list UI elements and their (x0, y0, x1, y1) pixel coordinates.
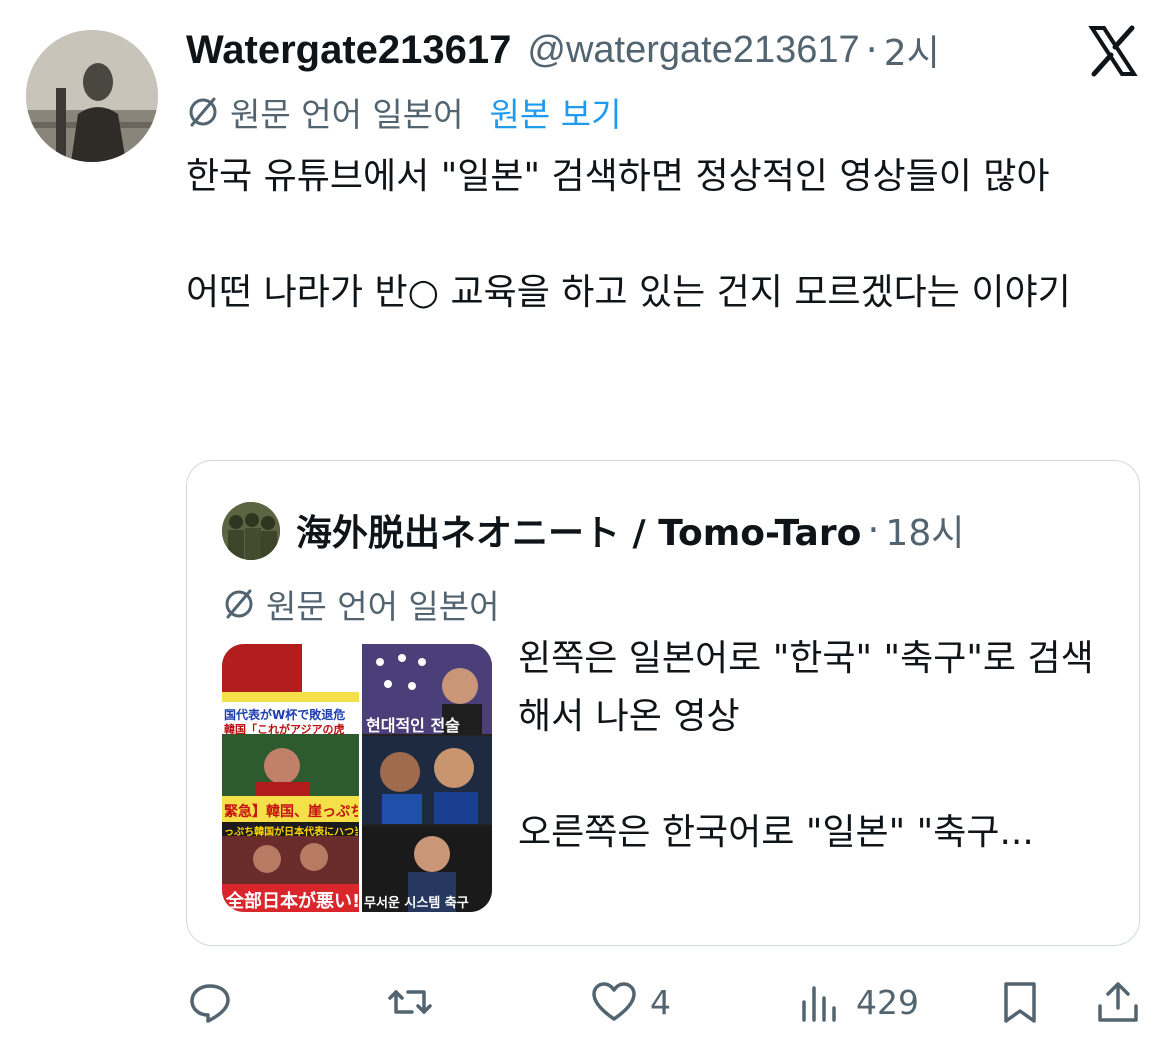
quote-separator-dot: · (867, 508, 880, 552)
x-logo-icon[interactable] (1086, 24, 1140, 78)
reply-button[interactable] (186, 972, 246, 1032)
retweet-button[interactable] (386, 972, 446, 1032)
thumbnail-banner-4: っぷち韓国が日本代表にハつ当た (224, 827, 358, 838)
views-icon (802, 986, 836, 1022)
quote-avatar[interactable] (222, 502, 280, 560)
display-name[interactable]: Watergate213617 (186, 28, 511, 73)
thumbnail-banner-5: 全部日本が悪い! (226, 891, 358, 912)
thumbnail-collage-image (222, 644, 492, 912)
like-button[interactable]: 4 (590, 972, 671, 1032)
thumbnail-caption-1: 현대적인 전술 (366, 716, 460, 735)
views-button[interactable]: 429 (796, 972, 919, 1032)
thumbnail-banner-3: 緊急】韓国、崖っぷち (224, 804, 358, 820)
like-icon (592, 982, 636, 1021)
quote-translation-row: 원문 언어 일본어 (222, 580, 500, 628)
quote-media-thumbnail[interactable]: 国代表がW杯で敗退危 韓国「これがアジアの虎 緊急】韓国、崖っぷち っぷち韓国が… (222, 644, 492, 912)
action-bar: 4 429 (186, 972, 1146, 1032)
bookmark-button[interactable] (996, 972, 1044, 1032)
translate-globe-icon (189, 97, 217, 127)
timestamp[interactable]: 2시 (884, 24, 940, 76)
bookmark-icon (1004, 982, 1036, 1023)
thumbnail-banner-2: 韓国「これがアジアの虎 (224, 723, 345, 736)
separator-dot: · (865, 28, 878, 72)
translate-globe-icon (225, 589, 253, 619)
quote-display-name[interactable]: 海外脱出ネオニート / Tomo-Taro (296, 504, 861, 556)
avatar[interactable] (26, 30, 158, 162)
quote-avatar-photo (222, 502, 280, 560)
views-count: 429 (856, 982, 919, 1022)
tweet-header: Watergate213617 @watergate213617 · 2시 (186, 22, 940, 78)
translation-row: 원문 언어 일본어 원본 보기 (186, 88, 621, 136)
tweet-text: 한국 유튜브에서 "일본" 검색하면 정상적인 영상들이 많아 어떤 나라가 반… (186, 156, 1071, 313)
retweet-icon (388, 990, 432, 1014)
quote-text: 왼쪽은 일본어로 "한국" "축구"로 검색해서 나온 영상 오른쪽은 한국어로… (518, 638, 1094, 853)
reply-icon (190, 984, 230, 1023)
like-count: 4 (650, 982, 671, 1022)
original-language-label: 원문 언어 일본어 (230, 95, 464, 134)
share-icon (1098, 982, 1138, 1022)
show-original-link[interactable]: 원본 보기 (490, 88, 622, 136)
share-button[interactable] (1094, 972, 1142, 1032)
thumbnail-caption-2: 무서운 시스템 축구 (364, 896, 469, 911)
quote-original-language-label: 원문 언어 일본어 (266, 587, 500, 626)
quote-timestamp[interactable]: 18시 (885, 504, 964, 556)
quote-header: 海外脱出ネオニート / Tomo-Taro · 18시 (296, 500, 964, 560)
user-handle[interactable]: @watergate213617 (527, 29, 859, 72)
avatar-photo (26, 30, 158, 162)
